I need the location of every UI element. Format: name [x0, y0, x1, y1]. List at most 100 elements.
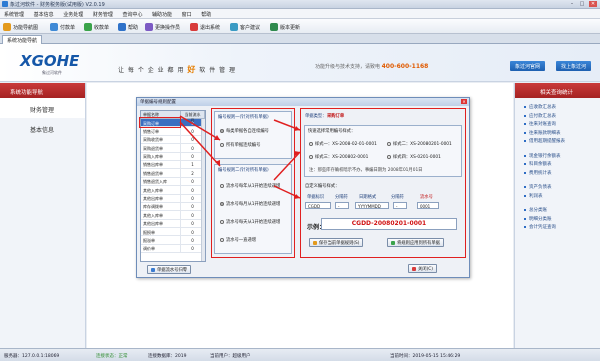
preset-style-4[interactable]: 样式四：XS-0201-0001 — [387, 154, 441, 160]
table-row[interactable]: 库存调拨单 0 — [141, 202, 205, 212]
table-row[interactable]: 其他入库单 0 — [141, 186, 205, 195]
nav-item-basic-info[interactable]: 基本信息 — [0, 118, 85, 138]
query-link[interactable]: 往来账款明细表 — [515, 130, 600, 139]
table-row[interactable]: 报溢单 0 — [141, 236, 205, 245]
radio-all-continuous[interactable]: 所有单据连续编号 — [220, 142, 260, 148]
query-group-receivables: 应收款汇总表 应付款汇总表 往来对账查询 往来账款明细表 借用超期提醒报表 — [515, 104, 600, 147]
nav-map-button[interactable]: 功能导航图 — [3, 22, 38, 32]
annotation-arrows — [179, 115, 221, 167]
query-link[interactable]: 借用超期提醒报表 — [515, 138, 600, 147]
query-link[interactable]: 现金银行余额表 — [515, 153, 600, 162]
doc-type-value: 采购订单 — [327, 114, 345, 119]
separator-2-select[interactable]: - — [393, 202, 407, 209]
switch-user-button[interactable]: 更换操作员 — [145, 22, 180, 32]
dialog-close-icon[interactable]: ✕ — [461, 99, 467, 104]
radio-icon — [220, 184, 224, 188]
help-button[interactable]: 帮助 — [118, 22, 138, 32]
doc-prefix-field[interactable]: CGDD — [305, 202, 331, 209]
status-bar: 服务器：127.0.0.1:18069 连接状态：正常 连接数据库：2019 当… — [0, 348, 600, 361]
serial-digits-select[interactable]: 0001 — [417, 202, 439, 209]
query-link[interactable]: 资产负债表 — [515, 184, 600, 193]
status-database: 连接数据库：2019 — [148, 354, 187, 359]
menu-bar: 系统管理 基本信息 业务处理 财务管理 查询中心 辅助功能 窗口 帮助 — [0, 9, 600, 19]
right-panel-header: 相关查询统计 — [515, 83, 600, 98]
radio-always-increment[interactable]: 流水号一直递增 — [220, 237, 256, 243]
receipt-button[interactable]: 收款单 — [84, 22, 109, 32]
window-title: 象过河软件 - 财务税务版(试用版) V2.0.19 — [10, 2, 105, 8]
save-rule-button[interactable]: 保存当前单据规则(S) — [309, 238, 364, 247]
nav-item-finance[interactable]: 财务管理 — [0, 98, 85, 118]
query-link[interactable]: 应付款汇总表 — [515, 113, 600, 122]
reset-serial-button[interactable]: 单据流水号归零 — [147, 265, 192, 274]
preset-style-2[interactable]: 样式二：XS-20080201-0001 — [387, 141, 452, 147]
payment-button[interactable]: 付款单 — [50, 22, 75, 32]
save-icon — [313, 240, 317, 245]
store-button[interactable]: 找上象过河 — [556, 61, 592, 71]
query-link[interactable]: 往来对账查询 — [515, 121, 600, 130]
brand-subtitle: 象过河软件 — [42, 70, 62, 75]
help-icon — [118, 23, 126, 31]
query-group-statements: 资产负债表 利润表 — [515, 184, 600, 201]
query-link[interactable]: 科目余额表 — [515, 161, 600, 170]
menu-finance[interactable]: 财务管理 — [89, 9, 117, 18]
right-query-panel: 相关查询统计 应收款汇总表 应付款汇总表 往来对账查询 往来账款明细表 借用超期… — [514, 83, 600, 348]
dialog-close-button[interactable]: 关闭(C) — [408, 264, 437, 273]
left-nav-panel: 系统功能导航 财务管理 基本信息 — [0, 83, 86, 348]
query-link[interactable]: 应收款汇总表 — [515, 104, 600, 113]
radio-checked-icon — [220, 202, 224, 206]
radio-daily-reset[interactable]: 流水号每天从1开始连续递增 — [220, 219, 280, 225]
radio-per-type[interactable]: 每类单据各自连续编号 — [220, 128, 269, 134]
query-link[interactable]: 费用统计表 — [515, 170, 600, 179]
menu-system[interactable]: 系统管理 — [0, 9, 28, 18]
table-row[interactable]: 其他入库单 0 — [141, 211, 205, 220]
query-link[interactable]: 会计凭证查询 — [515, 224, 600, 233]
slogan: 让 每 个 企 业 都 用 好 软 件 管 理 — [118, 65, 237, 74]
arrow-line — [273, 151, 301, 181]
preset-style-3[interactable]: 样式三：XS-200802-0001 — [309, 154, 368, 160]
title-bar: 象过河软件 - 财务税务版(试用版) V2.0.19 – □ ✕ — [0, 0, 600, 9]
status-user: 当前用户：超级用户 — [210, 354, 251, 359]
doc-type-label: 单据类型： — [305, 114, 327, 119]
query-link[interactable]: 明细分类账 — [515, 216, 600, 225]
apply-all-button[interactable]: 将规则应用到所有单据 — [387, 238, 444, 247]
user-icon — [145, 23, 153, 31]
feedback-button[interactable]: 客户建议 — [230, 22, 260, 32]
separator-1-select[interactable]: - — [335, 202, 349, 209]
app-icon — [2, 1, 8, 7]
table-row[interactable]: 其他出库单 0 — [141, 194, 205, 203]
table-row[interactable]: 其他出库单 0 — [141, 219, 205, 229]
radio-icon — [387, 142, 391, 146]
menu-tools[interactable]: 辅助功能 — [148, 9, 176, 18]
menu-business[interactable]: 业务处理 — [59, 9, 87, 18]
highlight-selected-row — [139, 117, 181, 128]
toolbar: 功能导航图 付款单 收款单 帮助 更换操作员 退出系统 客户建议 版本更新 — [0, 19, 600, 34]
exit-button[interactable]: 退出系统 — [190, 22, 220, 32]
radio-icon — [220, 220, 224, 224]
date-format-select[interactable]: YYYYMMDD — [355, 202, 389, 209]
official-site-button[interactable]: 象过河官网 — [510, 61, 546, 71]
query-link[interactable]: 利润表 — [515, 193, 600, 202]
custom-format-label: 自定义编号样式： — [305, 184, 340, 189]
feedback-icon — [230, 23, 238, 31]
query-link[interactable]: 总分类账 — [515, 207, 600, 216]
query-group-cash: 现金银行余额表 科目余额表 费用统计表 — [515, 153, 600, 179]
left-panel-header: 系统功能导航 — [0, 83, 85, 98]
maximize-button[interactable]: □ — [578, 1, 586, 7]
tab-system-nav[interactable]: 系统功能导航 — [2, 35, 43, 44]
example-value: CGDD-20080201-0001 — [321, 218, 457, 230]
update-button[interactable]: 版本更新 — [270, 22, 300, 32]
table-row[interactable]: 报损单 0 — [141, 228, 205, 237]
minimize-button[interactable]: – — [568, 1, 576, 7]
update-icon — [270, 23, 278, 31]
tab-strip: 系统功能导航 — [0, 34, 600, 44]
menu-query[interactable]: 查询中心 — [118, 9, 146, 18]
preset-style-1[interactable]: 样式一：XS-2008-02-01-0001 — [309, 141, 377, 147]
menu-basic-info[interactable]: 基本信息 — [30, 9, 58, 18]
status-time: 当前时间：2019-05-15 15:46:29 — [390, 354, 461, 359]
table-row[interactable]: 调价单 0 — [141, 244, 205, 254]
menu-window[interactable]: 窗口 — [178, 9, 196, 18]
close-button[interactable]: ✕ — [589, 1, 597, 7]
header-banner: XGOHE 象过河软件 让 每 个 企 业 都 用 好 软 件 管 理 功能升级… — [0, 44, 600, 82]
menu-help[interactable]: 帮助 — [197, 9, 215, 18]
table-row[interactable]: 销售退货入库 0 — [141, 177, 205, 187]
